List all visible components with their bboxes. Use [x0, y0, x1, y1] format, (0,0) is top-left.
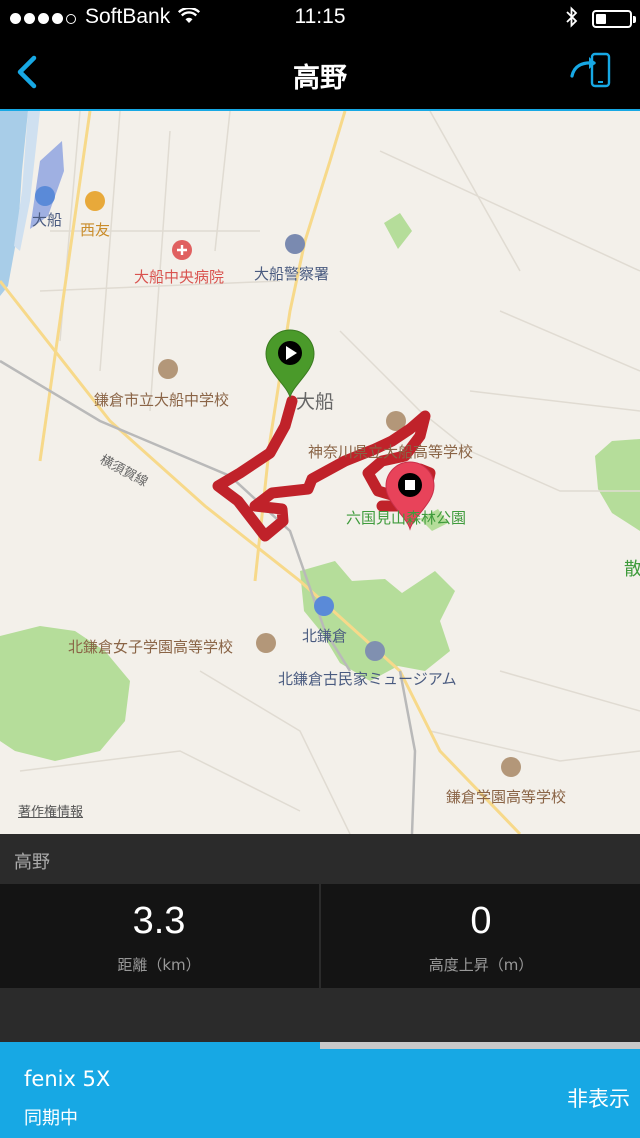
status-right	[566, 6, 636, 32]
clock: 11:15	[294, 5, 346, 28]
battery-icon	[592, 10, 636, 28]
elevation-value: 0	[470, 900, 492, 942]
battery-level	[596, 14, 606, 24]
map-label-museum: 北鎌倉古民家ミュージアム	[278, 670, 457, 688]
send-to-device-button[interactable]	[568, 50, 616, 94]
map-label-gakuen: 鎌倉学園高等学校	[446, 788, 567, 806]
device-name: fenix 5X	[24, 1067, 111, 1091]
map-label-kitakamakura-station: 北鎌倉	[302, 627, 348, 645]
nav-bar: 高野	[0, 36, 640, 111]
panel-spacer	[0, 988, 640, 1042]
distance-stat: 3.3 距離（km）	[0, 884, 318, 988]
forest-area	[300, 561, 455, 681]
map-label-ofuna-station: 大船	[32, 211, 63, 229]
map-label-police: 大船警察署	[254, 265, 330, 283]
map-label-junior-high: 鎌倉市立大船中学校	[94, 391, 230, 409]
distance-value: 3.3	[132, 900, 186, 942]
elevation-stat: 0 高度上昇（m）	[322, 884, 640, 988]
export-to-device-icon	[570, 52, 611, 88]
sync-progress-fill	[0, 1042, 320, 1049]
bluetooth-icon	[566, 6, 578, 32]
status-bar: SoftBank 11:15	[0, 0, 640, 36]
elevation-label: 高度上昇（m）	[428, 956, 534, 974]
page-title: 高野	[293, 63, 347, 94]
map-label-hospital: 大船中央病院	[134, 268, 225, 286]
map-label-district: 大船	[296, 391, 335, 413]
green-area-right	[595, 439, 640, 531]
sync-progress-bar	[0, 1042, 640, 1049]
sync-banner: fenix 5X 同期中 非表示	[0, 1049, 640, 1138]
map-label-girls-school: 北鎌倉女子学園高等学校	[68, 638, 234, 656]
activity-name-row: 高野	[0, 834, 640, 884]
map-label-edge: 散	[624, 559, 640, 580]
hide-button[interactable]: 非表示	[567, 1083, 630, 1113]
distance-label: 距離（km）	[117, 956, 201, 974]
route-map[interactable]: 大船 西友 大船中央病院 大船警察署 鎌倉市立大船中学校 大船 横須賀線 神奈川…	[0, 111, 640, 834]
sync-status: 同期中	[24, 1108, 78, 1129]
stat-divider	[319, 884, 321, 988]
map-label-park: 六国見山森林公園	[346, 509, 467, 527]
map-label-seiyu: 西友	[80, 221, 111, 239]
green-patch	[384, 213, 412, 249]
activity-name: 高野	[14, 852, 50, 873]
copyright-link[interactable]: 著作権情報	[18, 801, 83, 820]
stats-row: 3.3 距離（km） 0 高度上昇（m）	[0, 884, 640, 988]
map-label-high-school: 神奈川県立大船高等学校	[308, 443, 474, 461]
